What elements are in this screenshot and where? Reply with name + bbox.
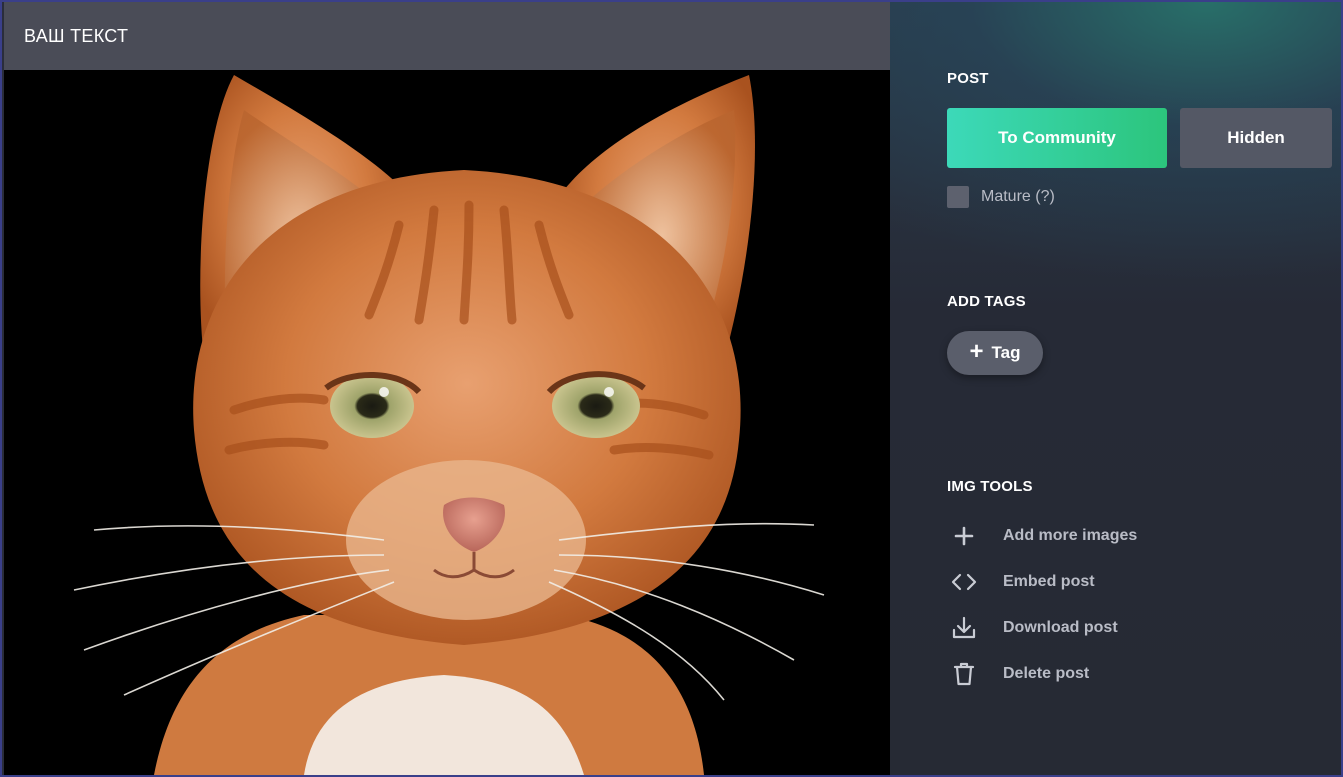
hidden-button[interactable]: Hidden: [1180, 108, 1332, 168]
image-editor: [4, 2, 890, 775]
plus-icon: [947, 523, 981, 549]
to-community-button[interactable]: To Community: [947, 108, 1167, 168]
add-tag-label: Tag: [991, 343, 1021, 362]
download-icon: [947, 615, 981, 641]
post-sidebar: POST To Community Hidden Mature (?) ADD …: [890, 2, 1341, 775]
embed-post-button[interactable]: Embed post: [947, 569, 1095, 595]
mature-checkbox[interactable]: [947, 186, 969, 208]
mature-label: Mature (?): [981, 188, 1055, 205]
delete-post-label: Delete post: [1003, 665, 1090, 682]
embed-post-label: Embed post: [1003, 573, 1095, 590]
tags-section-title: ADD TAGS: [947, 293, 1026, 310]
plus-icon: +: [969, 338, 984, 365]
download-post-button[interactable]: Download post: [947, 615, 1118, 641]
post-title-input[interactable]: [24, 25, 624, 47]
download-post-label: Download post: [1003, 619, 1118, 636]
img-tools-section-title: IMG TOOLS: [947, 478, 1033, 495]
add-more-images-label: Add more images: [1003, 527, 1138, 544]
add-more-images-button[interactable]: Add more images: [947, 523, 1137, 549]
trash-icon: [947, 661, 981, 687]
post-section-title: POST: [947, 70, 989, 87]
post-image[interactable]: [4, 70, 890, 775]
mature-checkbox-row[interactable]: Mature (?): [947, 186, 1055, 208]
cat-photo: [4, 70, 890, 775]
add-tag-button[interactable]: + Tag: [947, 331, 1043, 375]
delete-post-button[interactable]: Delete post: [947, 661, 1089, 687]
title-bar: [4, 2, 890, 70]
code-icon: [947, 569, 981, 595]
